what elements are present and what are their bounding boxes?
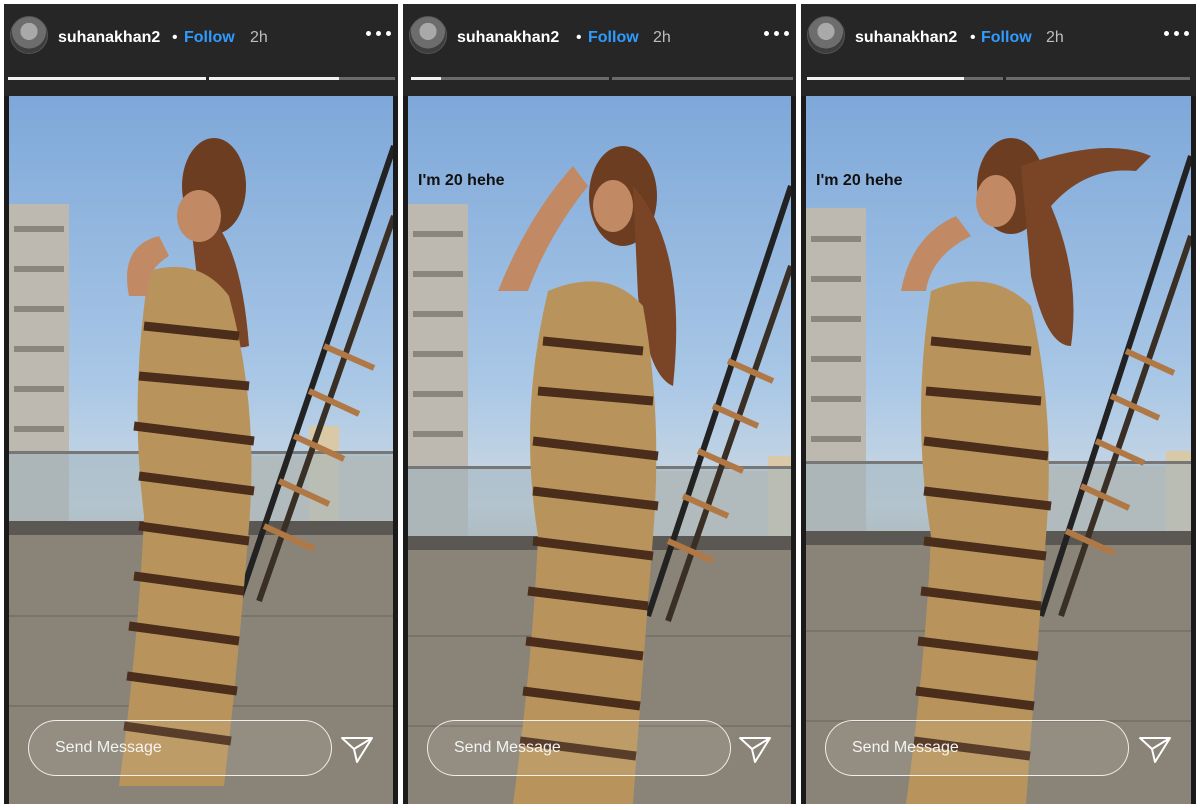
profile-avatar[interactable] bbox=[10, 16, 48, 54]
rooftop-scene bbox=[408, 146, 791, 804]
more-options-icon[interactable] bbox=[764, 29, 790, 39]
send-message-placeholder: Send Message bbox=[55, 739, 162, 756]
send-message-placeholder: Send Message bbox=[454, 739, 561, 756]
story-panel-1: suhanakhan2 • Follow 2h Send Message bbox=[4, 4, 398, 804]
story-header: suhanakhan2 • Follow 2h bbox=[403, 4, 796, 96]
progress-fill bbox=[209, 77, 340, 80]
more-options-icon[interactable] bbox=[366, 29, 392, 39]
profile-avatar[interactable] bbox=[409, 16, 447, 54]
progress-fill bbox=[8, 77, 206, 80]
progress-segment-1 bbox=[411, 77, 609, 80]
progress-fill bbox=[807, 77, 964, 80]
story-caption: I'm 20 hehe bbox=[418, 172, 505, 189]
paper-plane-icon[interactable] bbox=[738, 734, 772, 764]
post-time: 2h bbox=[250, 29, 268, 46]
send-message-placeholder: Send Message bbox=[852, 739, 959, 756]
story-panel-3: suhanakhan2 • Follow 2h I'm 20 hehe Send… bbox=[801, 4, 1196, 804]
progress-segment-1 bbox=[8, 77, 206, 80]
story-header: suhanakhan2 • Follow 2h bbox=[4, 4, 398, 96]
post-time: 2h bbox=[653, 29, 671, 46]
follow-button[interactable]: Follow bbox=[184, 29, 235, 47]
paper-plane-icon[interactable] bbox=[1138, 734, 1172, 764]
send-message-input[interactable]: Send Message bbox=[427, 720, 731, 776]
username-link[interactable]: suhanakhan2 bbox=[58, 29, 160, 47]
send-message-input[interactable]: Send Message bbox=[28, 720, 332, 776]
profile-avatar[interactable] bbox=[807, 16, 845, 54]
story-photo: I'm 20 hehe bbox=[806, 96, 1191, 804]
progress-segment-2 bbox=[612, 77, 793, 80]
username-link[interactable]: suhanakhan2 bbox=[855, 29, 957, 47]
story-photo: I'm 20 hehe bbox=[408, 96, 791, 804]
separator-dot: • bbox=[576, 29, 582, 46]
send-message-input[interactable]: Send Message bbox=[825, 720, 1129, 776]
follow-button[interactable]: Follow bbox=[981, 29, 1032, 47]
progress-segment-2 bbox=[1006, 77, 1190, 80]
progress-segment-2 bbox=[209, 77, 395, 80]
follow-button[interactable]: Follow bbox=[588, 29, 639, 47]
progress-fill bbox=[411, 77, 441, 80]
separator-dot: • bbox=[172, 29, 178, 46]
username-link[interactable]: suhanakhan2 bbox=[457, 29, 559, 47]
story-header: suhanakhan2 • Follow 2h bbox=[801, 4, 1196, 96]
more-options-icon[interactable] bbox=[1164, 29, 1190, 39]
rooftop-scene bbox=[806, 138, 1191, 804]
progress-segment-1 bbox=[807, 77, 1003, 80]
story-panel-2: suhanakhan2 • Follow 2h I'm 20 hehe Send… bbox=[403, 4, 796, 804]
story-caption: I'm 20 hehe bbox=[816, 172, 903, 189]
separator-dot: • bbox=[970, 29, 976, 46]
paper-plane-icon[interactable] bbox=[340, 734, 374, 764]
rooftop-scene bbox=[9, 138, 393, 804]
story-photo bbox=[9, 96, 393, 804]
post-time: 2h bbox=[1046, 29, 1064, 46]
